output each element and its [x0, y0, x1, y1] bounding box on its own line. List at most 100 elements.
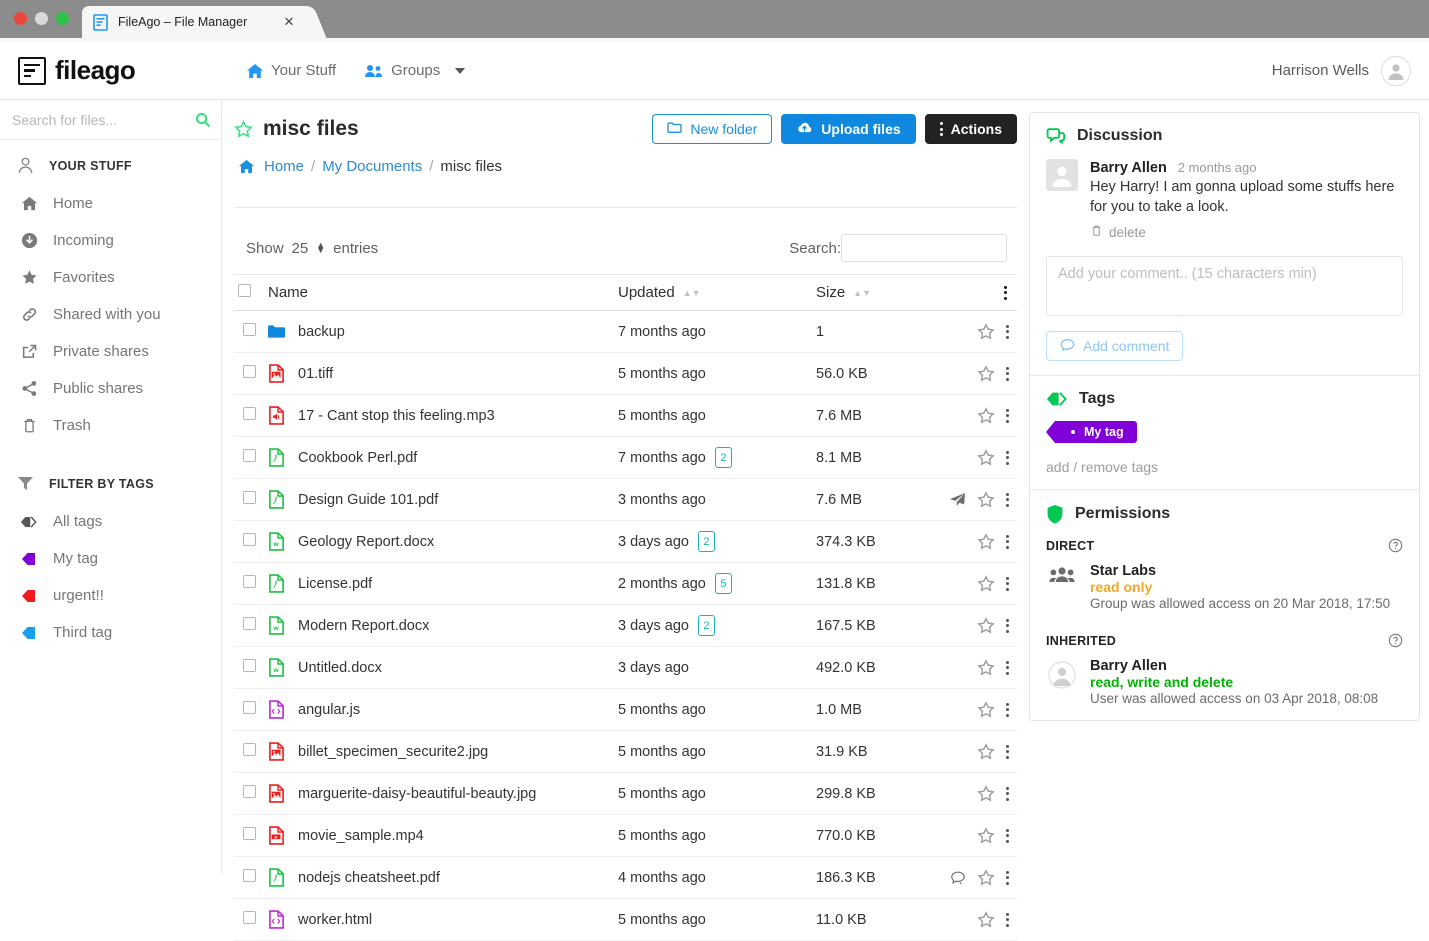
entries-value[interactable]: 25 [292, 240, 309, 257]
favorite-star-icon[interactable] [977, 743, 995, 761]
favorite-star-icon[interactable] [977, 533, 995, 551]
row-checkbox[interactable] [243, 911, 256, 924]
table-options-icon[interactable] [1004, 286, 1007, 300]
brand-logo[interactable]: fileago [18, 55, 218, 86]
row-name-cell[interactable]: marguerite-daisy-beautiful-beauty.jpg [264, 773, 614, 815]
sidebar-tag-third-tag[interactable]: Third tag [0, 614, 221, 651]
favorite-star-icon[interactable] [977, 911, 995, 929]
row-menu-icon[interactable] [1006, 325, 1009, 339]
close-tab-icon[interactable]: ✕ [281, 14, 297, 30]
browser-tab[interactable]: FileAgo – File Manager ✕ [82, 6, 307, 38]
row-checkbox[interactable] [243, 491, 256, 504]
sidebar-search[interactable] [0, 100, 221, 140]
row-checkbox[interactable] [243, 407, 256, 420]
row-name-cell[interactable]: wUntitled.docx [264, 647, 614, 689]
row-menu-icon[interactable] [1006, 871, 1009, 885]
show-entries-control[interactable]: Show 25 ▲▼ entries [246, 240, 378, 257]
row-menu-icon[interactable] [1006, 409, 1009, 423]
row-name-cell[interactable]: wGeology Report.docx [264, 521, 614, 563]
table-row[interactable]: 17 - Cant stop this feeling.mp35 months … [234, 395, 1017, 437]
table-search-input[interactable] [841, 234, 1007, 262]
row-menu-icon[interactable] [1006, 829, 1009, 843]
table-row[interactable]: angular.js5 months ago1.0 MB [234, 689, 1017, 731]
table-row[interactable]: backup7 months ago1 [234, 311, 1017, 353]
row-name-cell[interactable]: worker.html [264, 899, 614, 941]
sidebar-item-home[interactable]: Home [0, 185, 221, 222]
column-header-name[interactable]: Name [264, 275, 614, 311]
table-row[interactable]: billet_specimen_securite2.jpg5 months ag… [234, 731, 1017, 773]
row-checkbox[interactable] [243, 827, 256, 840]
table-row[interactable]: License.pdf2 months ago5131.8 KB [234, 563, 1017, 605]
row-menu-icon[interactable] [1006, 661, 1009, 675]
delete-comment-button[interactable]: delete [1090, 224, 1403, 240]
column-header-size[interactable]: Size▲▼ [812, 275, 932, 311]
sort-icon[interactable]: ▲▼ [853, 291, 871, 296]
row-menu-icon[interactable] [1006, 367, 1009, 381]
row-name-cell[interactable]: backup [264, 311, 614, 353]
tag-pill[interactable]: My tag [1055, 421, 1137, 443]
row-menu-icon[interactable] [1006, 493, 1009, 507]
table-row[interactable]: Design Guide 101.pdf3 months ago7.6 MB [234, 479, 1017, 521]
comment-input[interactable] [1046, 256, 1403, 316]
avatar[interactable] [1381, 56, 1411, 86]
sidebar-item-favorites[interactable]: Favorites [0, 259, 221, 296]
row-menu-icon[interactable] [1006, 577, 1009, 591]
breadcrumb-my-documents[interactable]: My Documents [322, 158, 422, 175]
row-checkbox[interactable] [243, 449, 256, 462]
sidebar-tag-my-tag[interactable]: My tag [0, 540, 221, 577]
version-badge[interactable]: 5 [715, 573, 732, 594]
sidebar-tag-all-tags[interactable]: All tags [0, 503, 221, 540]
row-name-cell[interactable]: billet_specimen_securite2.jpg [264, 731, 614, 773]
favorite-star-icon[interactable] [234, 120, 253, 139]
row-checkbox[interactable] [243, 743, 256, 756]
close-window-button[interactable] [14, 12, 27, 25]
search-input[interactable] [10, 111, 195, 129]
stepper-icon[interactable]: ▲▼ [316, 243, 325, 253]
row-menu-icon[interactable] [1006, 535, 1009, 549]
comment-icon[interactable] [950, 870, 966, 885]
row-menu-icon[interactable] [1006, 745, 1009, 759]
minimize-window-button[interactable] [35, 12, 48, 25]
row-checkbox[interactable] [243, 785, 256, 798]
favorite-star-icon[interactable] [977, 617, 995, 635]
row-menu-icon[interactable] [1006, 619, 1009, 633]
actions-button[interactable]: Actions [925, 114, 1017, 144]
favorite-star-icon[interactable] [977, 365, 995, 383]
breadcrumb-home[interactable]: Home [264, 158, 304, 175]
row-name-cell[interactable]: wModern Report.docx [264, 605, 614, 647]
row-name-cell[interactable]: nodejs cheatsheet.pdf [264, 857, 614, 899]
row-checkbox[interactable] [243, 575, 256, 588]
row-name-cell[interactable]: 17 - Cant stop this feeling.mp3 [264, 395, 614, 437]
table-row[interactable]: worker.html5 months ago11.0 KB [234, 899, 1017, 941]
favorite-star-icon[interactable] [977, 659, 995, 677]
favorite-star-icon[interactable] [977, 575, 995, 593]
column-header-updated[interactable]: Updated▲▼ [614, 275, 812, 311]
select-all-checkbox[interactable] [238, 284, 251, 297]
sort-icon[interactable]: ▲▼ [683, 291, 701, 296]
new-folder-button[interactable]: New folder [652, 114, 772, 144]
table-row[interactable]: Cookbook Perl.pdf7 months ago28.1 MB [234, 437, 1017, 479]
sidebar-item-public-shares[interactable]: Public shares [0, 370, 221, 407]
row-name-cell[interactable]: movie_sample.mp4 [264, 815, 614, 857]
row-name-cell[interactable]: angular.js [264, 689, 614, 731]
row-checkbox[interactable] [243, 617, 256, 630]
search-icon[interactable] [195, 112, 211, 128]
row-checkbox[interactable] [243, 533, 256, 546]
table-row[interactable]: wModern Report.docx3 days ago2167.5 KB [234, 605, 1017, 647]
favorite-star-icon[interactable] [977, 827, 995, 845]
user-menu[interactable]: Harrison Wells [1272, 56, 1411, 86]
row-menu-icon[interactable] [1006, 451, 1009, 465]
favorite-star-icon[interactable] [977, 449, 995, 467]
favorite-star-icon[interactable] [977, 491, 995, 509]
row-menu-icon[interactable] [1006, 913, 1009, 927]
table-row[interactable]: movie_sample.mp45 months ago770.0 KB [234, 815, 1017, 857]
row-name-cell[interactable]: 01.tiff [264, 353, 614, 395]
version-badge[interactable]: 2 [698, 615, 715, 636]
favorite-star-icon[interactable] [977, 785, 995, 803]
row-checkbox[interactable] [243, 323, 256, 336]
favorite-star-icon[interactable] [977, 701, 995, 719]
row-checkbox[interactable] [243, 659, 256, 672]
row-menu-icon[interactable] [1006, 703, 1009, 717]
upload-files-button[interactable]: Upload files [781, 114, 915, 144]
row-checkbox[interactable] [243, 869, 256, 882]
